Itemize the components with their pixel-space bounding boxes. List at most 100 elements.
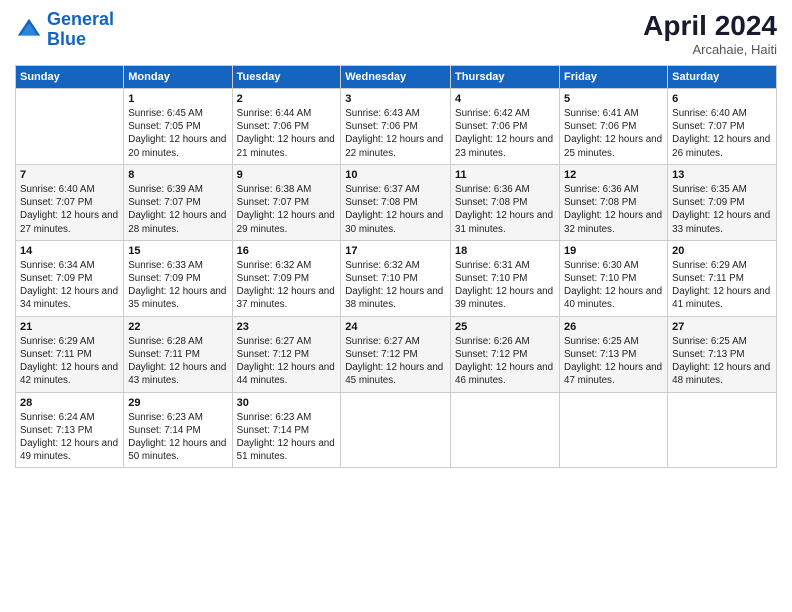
- cell-date: 26: [564, 321, 663, 333]
- table-row: 14 Sunrise: 6:34 AM Sunset: 7:09 PM Dayli…: [16, 240, 124, 316]
- cell-info: Sunrise: 6:44 AM Sunset: 7:06 PM Dayligh…: [237, 107, 337, 160]
- cell-info: Sunrise: 6:37 AM Sunset: 7:08 PM Dayligh…: [345, 183, 446, 236]
- table-row: 11Sunrise: 6:36 AM Sunset: 7:08 PM Dayli…: [451, 164, 560, 240]
- table-row: 18 Sunrise: 6:31 AM Sunset: 7:10 PM Dayli…: [451, 240, 560, 316]
- calendar-header-row: Sunday Monday Tuesday Wednesday Thursday…: [16, 66, 777, 89]
- table-row: 1Sunrise: 6:45 AM Sunset: 7:05 PM Daylig…: [124, 89, 232, 165]
- table-row: 2 Sunrise: 6:44 AM Sunset: 7:06 PM Daylig…: [232, 89, 341, 165]
- cell-date: 27: [672, 321, 772, 333]
- cell-info: Sunrise: 6:32 AM Sunset: 7:09 PM Dayligh…: [237, 259, 337, 312]
- table-row: 26 Sunrise: 6:25 AM Sunset: 7:13 PM Dayli…: [560, 316, 668, 392]
- cell-info: Sunrise: 6:29 AM Sunset: 7:11 PM Dayligh…: [20, 335, 119, 388]
- cell-date: 16: [237, 245, 337, 257]
- calendar-row: 7 Sunrise: 6:40 AM Sunset: 7:07 PM Daylig…: [16, 164, 777, 240]
- cell-date: 7: [20, 169, 119, 181]
- cell-date: 13: [672, 169, 772, 181]
- cell-info: Sunrise: 6:23 AM Sunset: 7:14 PM Dayligh…: [237, 411, 337, 464]
- location-subtitle: Arcahaie, Haiti: [643, 42, 777, 57]
- table-row: 17 Sunrise: 6:32 AM Sunset: 7:10 PM Dayli…: [341, 240, 451, 316]
- table-row: 25Sunrise: 6:26 AM Sunset: 7:12 PM Dayli…: [451, 316, 560, 392]
- cell-info: Sunrise: 6:25 AM Sunset: 7:13 PM Dayligh…: [672, 335, 772, 388]
- cell-info: Sunrise: 6:28 AM Sunset: 7:11 PM Dayligh…: [128, 335, 227, 388]
- table-row: 9 Sunrise: 6:38 AM Sunset: 7:07 PM Daylig…: [232, 164, 341, 240]
- title-block: April 2024 Arcahaie, Haiti: [643, 10, 777, 57]
- logo-text: General Blue: [47, 10, 114, 50]
- cell-date: 5: [564, 93, 663, 105]
- table-row: 13 Sunrise: 6:35 AM Sunset: 7:09 PM Dayli…: [668, 164, 777, 240]
- cell-info: Sunrise: 6:38 AM Sunset: 7:07 PM Dayligh…: [237, 183, 337, 236]
- table-row: 3Sunrise: 6:43 AM Sunset: 7:06 PM Daylig…: [341, 89, 451, 165]
- logo: General Blue: [15, 10, 114, 50]
- table-row: [668, 392, 777, 468]
- table-row: 28 Sunrise: 6:24 AM Sunset: 7:13 PM Dayli…: [16, 392, 124, 468]
- table-row: 6 Sunrise: 6:40 AM Sunset: 7:07 PM Daylig…: [668, 89, 777, 165]
- cell-info: Sunrise: 6:32 AM Sunset: 7:10 PM Dayligh…: [345, 259, 446, 312]
- cell-info: Sunrise: 6:39 AM Sunset: 7:07 PM Dayligh…: [128, 183, 227, 236]
- cell-date: 22: [128, 321, 227, 333]
- cell-info: Sunrise: 6:27 AM Sunset: 7:12 PM Dayligh…: [237, 335, 337, 388]
- table-row: 27 Sunrise: 6:25 AM Sunset: 7:13 PM Dayli…: [668, 316, 777, 392]
- cell-date: 17: [345, 245, 446, 257]
- logo-line2: Blue: [47, 29, 86, 49]
- logo-line1: General: [47, 9, 114, 29]
- table-row: [451, 392, 560, 468]
- table-row: 30Sunrise: 6:23 AM Sunset: 7:14 PM Dayli…: [232, 392, 341, 468]
- cell-date: 11: [455, 169, 555, 181]
- table-row: 7 Sunrise: 6:40 AM Sunset: 7:07 PM Daylig…: [16, 164, 124, 240]
- cell-info: Sunrise: 6:31 AM Sunset: 7:10 PM Dayligh…: [455, 259, 555, 312]
- cell-date: 9: [237, 169, 337, 181]
- cell-info: Sunrise: 6:40 AM Sunset: 7:07 PM Dayligh…: [20, 183, 119, 236]
- cell-date: 12: [564, 169, 663, 181]
- col-wednesday: Wednesday: [341, 66, 451, 89]
- cell-info: Sunrise: 6:34 AM Sunset: 7:09 PM Dayligh…: [20, 259, 119, 312]
- cell-date: 4: [455, 93, 555, 105]
- table-row: 23 Sunrise: 6:27 AM Sunset: 7:12 PM Dayli…: [232, 316, 341, 392]
- cell-date: 6: [672, 93, 772, 105]
- table-row: 24Sunrise: 6:27 AM Sunset: 7:12 PM Dayli…: [341, 316, 451, 392]
- table-row: 5 Sunrise: 6:41 AM Sunset: 7:06 PM Daylig…: [560, 89, 668, 165]
- cell-info: Sunrise: 6:33 AM Sunset: 7:09 PM Dayligh…: [128, 259, 227, 312]
- month-title: April 2024: [643, 10, 777, 42]
- cell-date: 28: [20, 397, 119, 409]
- cell-info: Sunrise: 6:24 AM Sunset: 7:13 PM Dayligh…: [20, 411, 119, 464]
- cell-info: Sunrise: 6:26 AM Sunset: 7:12 PM Dayligh…: [455, 335, 555, 388]
- table-row: 22 Sunrise: 6:28 AM Sunset: 7:11 PM Dayli…: [124, 316, 232, 392]
- cell-info: Sunrise: 6:35 AM Sunset: 7:09 PM Dayligh…: [672, 183, 772, 236]
- calendar-table: Sunday Monday Tuesday Wednesday Thursday…: [15, 65, 777, 468]
- page: General Blue April 2024 Arcahaie, Haiti …: [0, 0, 792, 612]
- cell-date: 20: [672, 245, 772, 257]
- table-row: 20Sunrise: 6:29 AM Sunset: 7:11 PM Dayli…: [668, 240, 777, 316]
- table-row: 12 Sunrise: 6:36 AM Sunset: 7:08 PM Dayli…: [560, 164, 668, 240]
- cell-info: Sunrise: 6:45 AM Sunset: 7:05 PM Dayligh…: [128, 107, 227, 160]
- table-row: [16, 89, 124, 165]
- cell-date: 2: [237, 93, 337, 105]
- col-sunday: Sunday: [16, 66, 124, 89]
- cell-date: 29: [128, 397, 227, 409]
- table-row: 19 Sunrise: 6:30 AM Sunset: 7:10 PM Dayli…: [560, 240, 668, 316]
- cell-info: Sunrise: 6:42 AM Sunset: 7:06 PM Dayligh…: [455, 107, 555, 160]
- cell-date: 15: [128, 245, 227, 257]
- cell-info: Sunrise: 6:43 AM Sunset: 7:06 PM Dayligh…: [345, 107, 446, 160]
- calendar-row: 14 Sunrise: 6:34 AM Sunset: 7:09 PM Dayli…: [16, 240, 777, 316]
- table-row: 8Sunrise: 6:39 AM Sunset: 7:07 PM Daylig…: [124, 164, 232, 240]
- cell-info: Sunrise: 6:40 AM Sunset: 7:07 PM Dayligh…: [672, 107, 772, 160]
- cell-date: 18: [455, 245, 555, 257]
- cell-date: 14: [20, 245, 119, 257]
- header: General Blue April 2024 Arcahaie, Haiti: [15, 10, 777, 57]
- table-row: [341, 392, 451, 468]
- col-saturday: Saturday: [668, 66, 777, 89]
- cell-date: 10: [345, 169, 446, 181]
- cell-info: Sunrise: 6:41 AM Sunset: 7:06 PM Dayligh…: [564, 107, 663, 160]
- cell-date: 23: [237, 321, 337, 333]
- cell-info: Sunrise: 6:36 AM Sunset: 7:08 PM Dayligh…: [564, 183, 663, 236]
- table-row: 21 Sunrise: 6:29 AM Sunset: 7:11 PM Dayli…: [16, 316, 124, 392]
- table-row: 10 Sunrise: 6:37 AM Sunset: 7:08 PM Dayli…: [341, 164, 451, 240]
- cell-date: 24: [345, 321, 446, 333]
- col-tuesday: Tuesday: [232, 66, 341, 89]
- cell-info: Sunrise: 6:25 AM Sunset: 7:13 PM Dayligh…: [564, 335, 663, 388]
- cell-date: 19: [564, 245, 663, 257]
- cell-info: Sunrise: 6:30 AM Sunset: 7:10 PM Dayligh…: [564, 259, 663, 312]
- cell-info: Sunrise: 6:23 AM Sunset: 7:14 PM Dayligh…: [128, 411, 227, 464]
- logo-icon: [15, 16, 43, 44]
- cell-date: 21: [20, 321, 119, 333]
